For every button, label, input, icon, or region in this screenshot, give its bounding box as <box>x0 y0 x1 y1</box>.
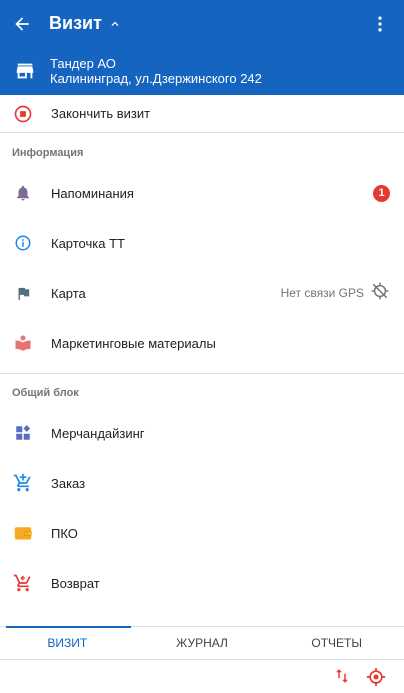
menu-item-merchandising[interactable]: Мерчандайзинг <box>0 408 404 458</box>
cart-return-icon <box>0 573 46 593</box>
widgets-icon <box>0 424 46 442</box>
finish-visit-button[interactable]: Закончить визит <box>0 95 404 133</box>
tab-journal[interactable]: ЖУРНАЛ <box>135 627 270 659</box>
menu-item-order[interactable]: Заказ <box>0 458 404 508</box>
notification-badge: 1 <box>373 184 390 202</box>
gps-status-text: Нет связи GPS <box>280 286 364 300</box>
section-info-title: Информация <box>12 147 84 159</box>
menu-item-label: Возврат <box>51 575 100 591</box>
store-address: Калининград, ул.Дзержинского 242 <box>50 71 262 86</box>
gps-status: Нет связи GPS <box>281 281 390 306</box>
tab-visit[interactable]: ВИЗИТ <box>0 626 135 659</box>
title-dropdown[interactable]: Визит <box>49 13 122 34</box>
stop-circle-icon <box>0 104 46 124</box>
bell-icon <box>0 184 46 202</box>
tab-reports[interactable]: ОТЧЕТЫ <box>269 627 404 659</box>
gps-off-icon <box>370 281 390 306</box>
menu-item-reminders[interactable]: Напоминания 1 <box>0 168 404 218</box>
page-title: Визит <box>49 13 102 33</box>
menu-item-label: ПКО <box>51 525 78 541</box>
menu-item-pko[interactable]: ПКО <box>0 508 404 558</box>
section-divider <box>0 373 404 374</box>
store-icon <box>0 60 50 82</box>
chevron-up-icon <box>108 17 122 31</box>
cart-add-icon <box>0 473 46 493</box>
more-vert-icon[interactable] <box>370 13 390 35</box>
menu-item-label: Мерчандайзинг <box>51 425 145 441</box>
sort-icon[interactable] <box>333 666 351 691</box>
book-icon <box>0 333 46 353</box>
menu-item-label: Карточка ТТ <box>51 235 125 251</box>
menu-item-marketing[interactable]: Маркетинговые материалы <box>0 318 404 368</box>
menu-item-return[interactable]: Возврат <box>0 558 404 608</box>
bottom-toolbar <box>0 660 404 693</box>
flag-icon <box>0 285 46 302</box>
menu-item-label: Напоминания <box>51 185 134 201</box>
info-icon <box>0 234 46 252</box>
arrow-back-icon[interactable] <box>0 0 44 47</box>
menu-item-map[interactable]: Карта Нет связи GPS <box>0 268 404 318</box>
bottom-tab-bar: ВИЗИТ ЖУРНАЛ ОТЧЕТЫ <box>0 626 404 660</box>
store-header[interactable]: Тандер АО Калининград, ул.Дзержинского 2… <box>0 47 404 95</box>
menu-item-label: Карта <box>51 285 86 301</box>
menu-item-label: Заказ <box>51 475 86 491</box>
app-bar: Визит <box>0 0 404 47</box>
menu-item-outlet-card[interactable]: Карточка ТТ <box>0 218 404 268</box>
finish-visit-label: Закончить визит <box>51 106 151 121</box>
target-icon[interactable] <box>366 667 386 692</box>
store-name: Тандер АО <box>50 56 116 71</box>
section-common-title: Общий блок <box>12 387 79 399</box>
wallet-icon <box>0 524 46 542</box>
menu-item-label: Маркетинговые материалы <box>51 335 216 351</box>
